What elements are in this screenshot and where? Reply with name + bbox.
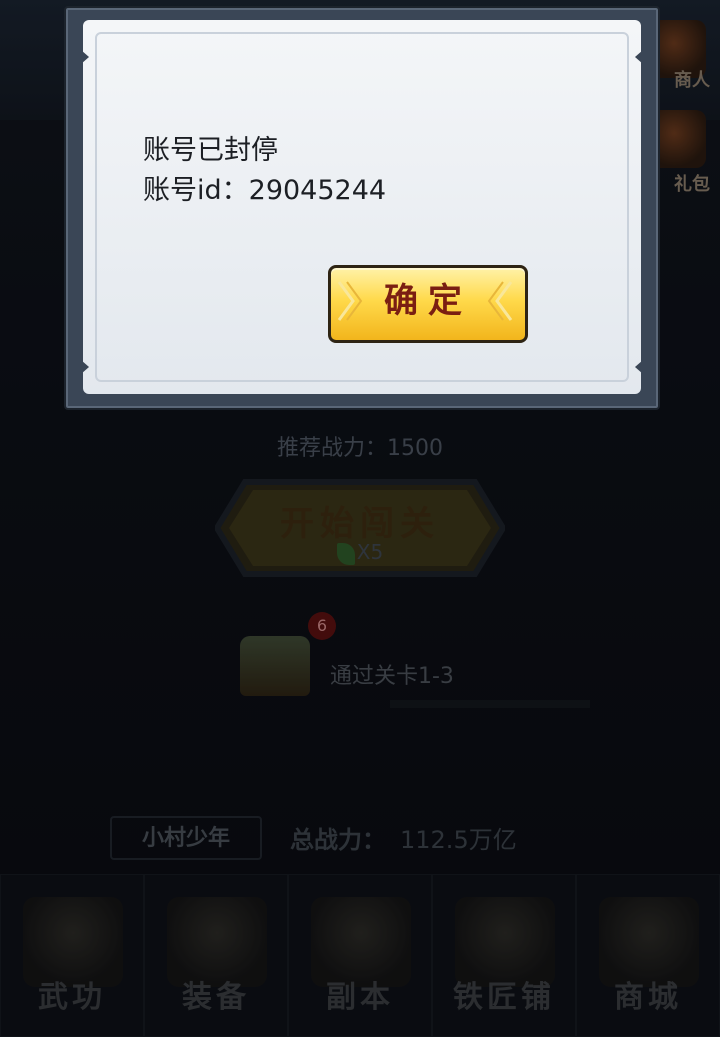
confirm-button-label: 确定: [384, 281, 472, 321]
frame-notch-icon: [81, 360, 89, 374]
confirm-button[interactable]: 确定: [328, 265, 528, 343]
dialog-message-title: 账号已封停: [143, 135, 278, 166]
dialog-account-id: 账号id：29045244: [143, 175, 387, 206]
frame-notch-icon: [635, 50, 643, 64]
frame-notch-icon: [81, 50, 89, 64]
frame-notch-icon: [635, 360, 643, 374]
account-banned-dialog: 账号已封停 账号id：29045244 确定: [64, 6, 660, 410]
